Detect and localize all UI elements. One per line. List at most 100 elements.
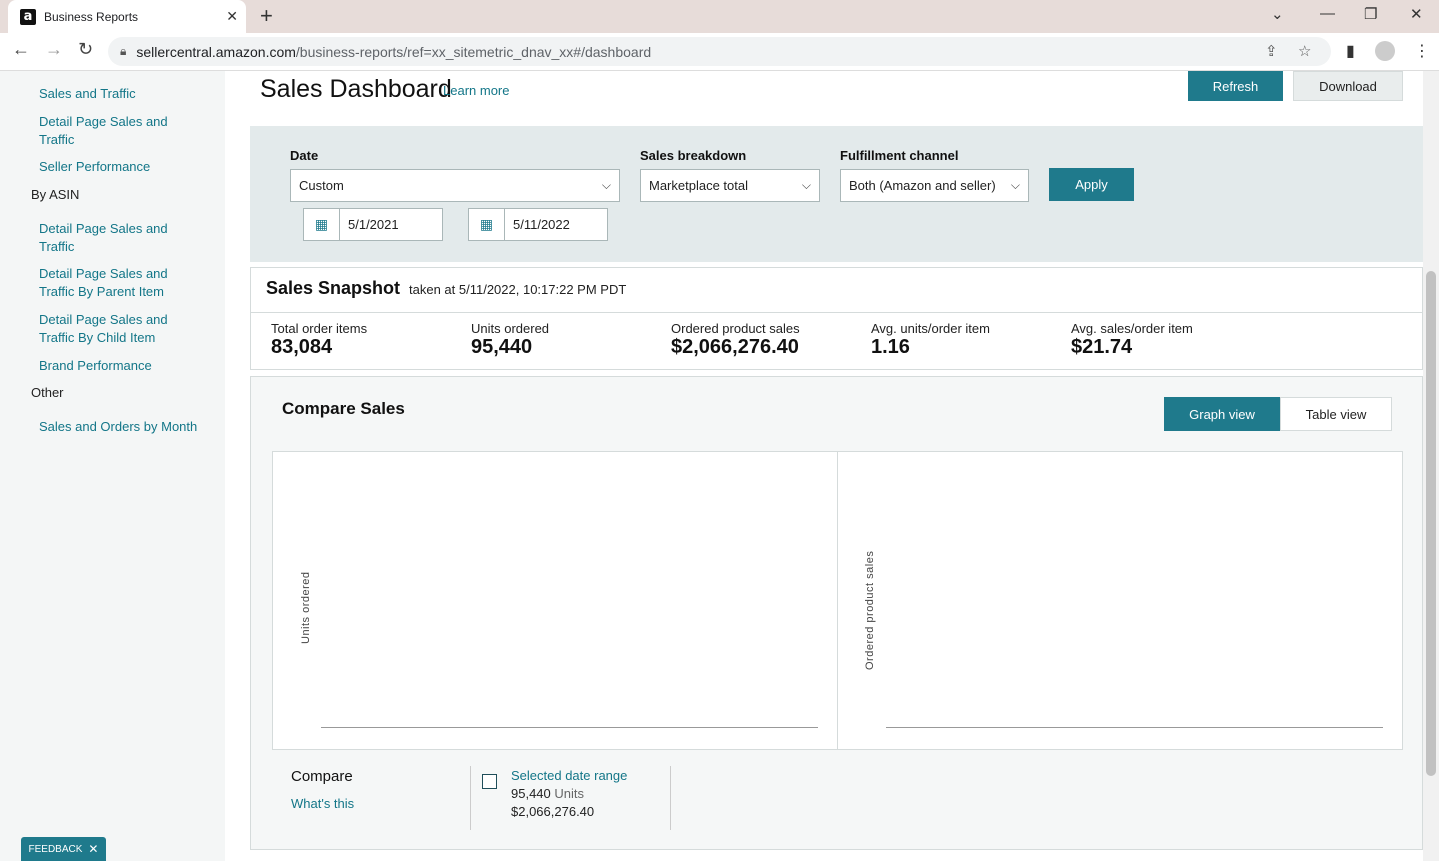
metric-avg-sales-per-order: Avg. sales/order item $21.74 — [1071, 321, 1193, 359]
filter-panel: Date Custom ⌵ ▦ 5/1/2021 ▦ 5/11/2022 Sal… — [250, 126, 1423, 262]
metric-total-order-items: Total order items 83,084 — [271, 321, 367, 359]
view-toggle: Graph view Table view — [1164, 397, 1392, 431]
download-button[interactable]: Download — [1293, 71, 1403, 101]
snapshot-header: Sales Snapshot taken at 5/11/2022, 10:17… — [251, 268, 1422, 313]
compare-charts: Units ordered Ordered product sales — [272, 451, 1403, 750]
x-axis-line — [886, 727, 1383, 728]
ordered-product-sales-chart: Ordered product sales — [838, 452, 1402, 749]
divider — [670, 766, 671, 830]
side-panel-icon[interactable]: ▮ — [1346, 41, 1355, 61]
chevron-down-icon: ⌵ — [801, 178, 811, 192]
main-content: Sales Dashboard Learn more Refresh Downl… — [225, 71, 1439, 861]
ordered-product-sales-axis-label: Ordered product sales — [864, 550, 876, 670]
snapshot-title: Sales Snapshot — [266, 278, 401, 298]
window-close-icon[interactable]: ✕ — [1410, 5, 1423, 23]
selected-range-sales: $2,066,276.40 — [511, 804, 595, 819]
sales-breakdown-select[interactable]: Marketplace total ⌵ — [640, 169, 820, 202]
sidebar-item-sales-orders-by-month[interactable]: Sales and Orders by Month — [39, 418, 199, 436]
back-icon[interactable]: ← — [12, 39, 30, 60]
graph-view-button[interactable]: Graph view — [1164, 397, 1280, 431]
metric-units-ordered: Units ordered 95,440 — [471, 321, 549, 359]
metric-value: $2,066,276.40 — [671, 336, 799, 358]
sidebar-item-by-child-item[interactable]: Detail Page Sales and Traffic By Child I… — [39, 311, 199, 347]
metric-label: Total order items — [271, 321, 368, 336]
metric-value: 83,084 — [271, 336, 333, 358]
snapshot-timestamp: taken at 5/11/2022, 10:17:22 PM PDT — [409, 282, 627, 297]
apply-button[interactable]: Apply — [1049, 168, 1134, 201]
end-date-field[interactable]: ▦ 5/11/2022 — [468, 208, 608, 241]
selected-date-range-checkbox[interactable] — [482, 774, 497, 789]
sidebar-item-detail-page-sales-traffic[interactable]: Detail Page Sales and Traffic — [39, 113, 199, 149]
selected-date-range-label[interactable]: Selected date range — [511, 768, 627, 783]
page-title: Sales Dashboard — [260, 75, 452, 103]
metric-ordered-product-sales: Ordered product sales $2,066,276.40 — [671, 321, 800, 359]
sales-breakdown-label: Sales breakdown — [640, 148, 747, 163]
restore-icon[interactable]: ❐ — [1364, 5, 1377, 23]
metric-value: 95,440 — [471, 336, 533, 358]
menu-kebab-icon[interactable]: ⋮ — [1414, 41, 1430, 61]
feedback-label: FEEDBACK — [28, 843, 83, 855]
table-view-button[interactable]: Table view — [1280, 397, 1392, 431]
sidebar-item-seller-performance[interactable]: Seller Performance — [39, 158, 199, 176]
sidebar-item-brand-performance[interactable]: Brand Performance — [39, 357, 199, 375]
new-tab-icon[interactable]: + — [260, 4, 273, 28]
url-text: sellercentral.amazon.com/business-report… — [136, 43, 652, 60]
whats-this-link[interactable]: What's this — [291, 796, 354, 811]
amazon-favicon-icon: a — [20, 8, 36, 25]
sidebar-item-by-parent-item[interactable]: Detail Page Sales and Traffic By Parent … — [39, 265, 199, 301]
scrollbar-thumb[interactable] — [1426, 271, 1436, 776]
address-bar[interactable]: 🔒︎ sellercentral.amazon.com/business-rep… — [108, 37, 1331, 66]
fulfillment-channel-value: Both (Amazon and seller) — [849, 178, 996, 193]
units-ordered-chart: Units ordered — [273, 452, 838, 749]
compare-sales-title: Compare Sales — [282, 399, 405, 418]
chevron-down-icon: ⌵ — [1010, 178, 1020, 192]
sales-breakdown-value: Marketplace total — [649, 178, 748, 193]
browser-toolbar: ← → ↻ 🔒︎ sellercentral.amazon.com/busine… — [0, 33, 1439, 71]
minimize-icon[interactable]: — — [1320, 5, 1335, 22]
x-axis-line — [321, 727, 818, 728]
page-scrollbar[interactable] — [1423, 71, 1439, 861]
calendar-icon[interactable]: ▦ — [304, 209, 340, 240]
sales-snapshot: Sales Snapshot taken at 5/11/2022, 10:17… — [250, 267, 1423, 370]
metric-value: 1.16 — [871, 336, 910, 358]
metric-value: $21.74 — [1071, 336, 1133, 358]
feedback-button[interactable]: FEEDBACK ✕ — [21, 837, 106, 861]
metric-label: Avg. sales/order item — [1071, 321, 1193, 336]
close-icon[interactable]: ✕ — [88, 842, 98, 856]
forward-icon[interactable]: → — [45, 39, 63, 60]
fulfillment-channel-label: Fulfillment channel — [840, 148, 959, 163]
calendar-icon[interactable]: ▦ — [469, 209, 505, 240]
compare-footer-title: Compare — [291, 768, 353, 785]
browser-tab[interactable]: a Business Reports ✕ — [8, 0, 246, 33]
chevron-down-icon: ⌵ — [601, 178, 611, 192]
date-select[interactable]: Custom ⌵ — [290, 169, 620, 202]
divider — [470, 766, 471, 830]
tab-search-icon[interactable]: ⌄ — [1271, 5, 1284, 23]
start-date-field[interactable]: ▦ 5/1/2021 — [303, 208, 443, 241]
tab-close-icon[interactable]: ✕ — [226, 8, 238, 25]
bookmark-star-icon[interactable]: ☆ — [1298, 42, 1311, 60]
sidebar-item-sales-and-traffic[interactable]: Sales and Traffic — [39, 85, 199, 103]
metric-label: Avg. units/order item — [871, 321, 990, 336]
units-ordered-axis-label: Units ordered — [300, 571, 312, 644]
profile-avatar-icon[interactable] — [1375, 41, 1395, 61]
tab-title: Business Reports — [44, 9, 139, 24]
compare-sales-panel: Compare Sales Graph view Table view Unit… — [250, 376, 1423, 850]
sidebar-item-asin-detail-page[interactable]: Detail Page Sales and Traffic — [39, 220, 199, 256]
metric-avg-units-per-order: Avg. units/order item 1.16 — [871, 321, 990, 359]
reload-icon[interactable]: ↻ — [78, 39, 93, 60]
refresh-button[interactable]: Refresh — [1188, 71, 1283, 101]
share-icon[interactable]: ⇪ — [1265, 42, 1278, 60]
browser-tab-bar: a Business Reports ✕ + ⌄ — ❐ ✕ — [0, 0, 1439, 33]
sidebar: Sales and Traffic Detail Page Sales and … — [0, 71, 225, 861]
learn-more-link[interactable]: Learn more — [443, 83, 509, 98]
fulfillment-channel-select[interactable]: Both (Amazon and seller) ⌵ — [840, 169, 1029, 202]
sidebar-heading-by-asin: By ASIN — [31, 187, 80, 202]
lock-icon: 🔒︎ — [120, 44, 127, 58]
metric-label: Ordered product sales — [671, 321, 800, 336]
date-select-value: Custom — [299, 178, 344, 193]
start-date-value: 5/1/2021 — [348, 217, 399, 232]
sidebar-heading-other: Other — [31, 385, 64, 400]
selected-range-units: 95,440 Units — [511, 786, 585, 801]
date-label: Date — [290, 148, 319, 163]
